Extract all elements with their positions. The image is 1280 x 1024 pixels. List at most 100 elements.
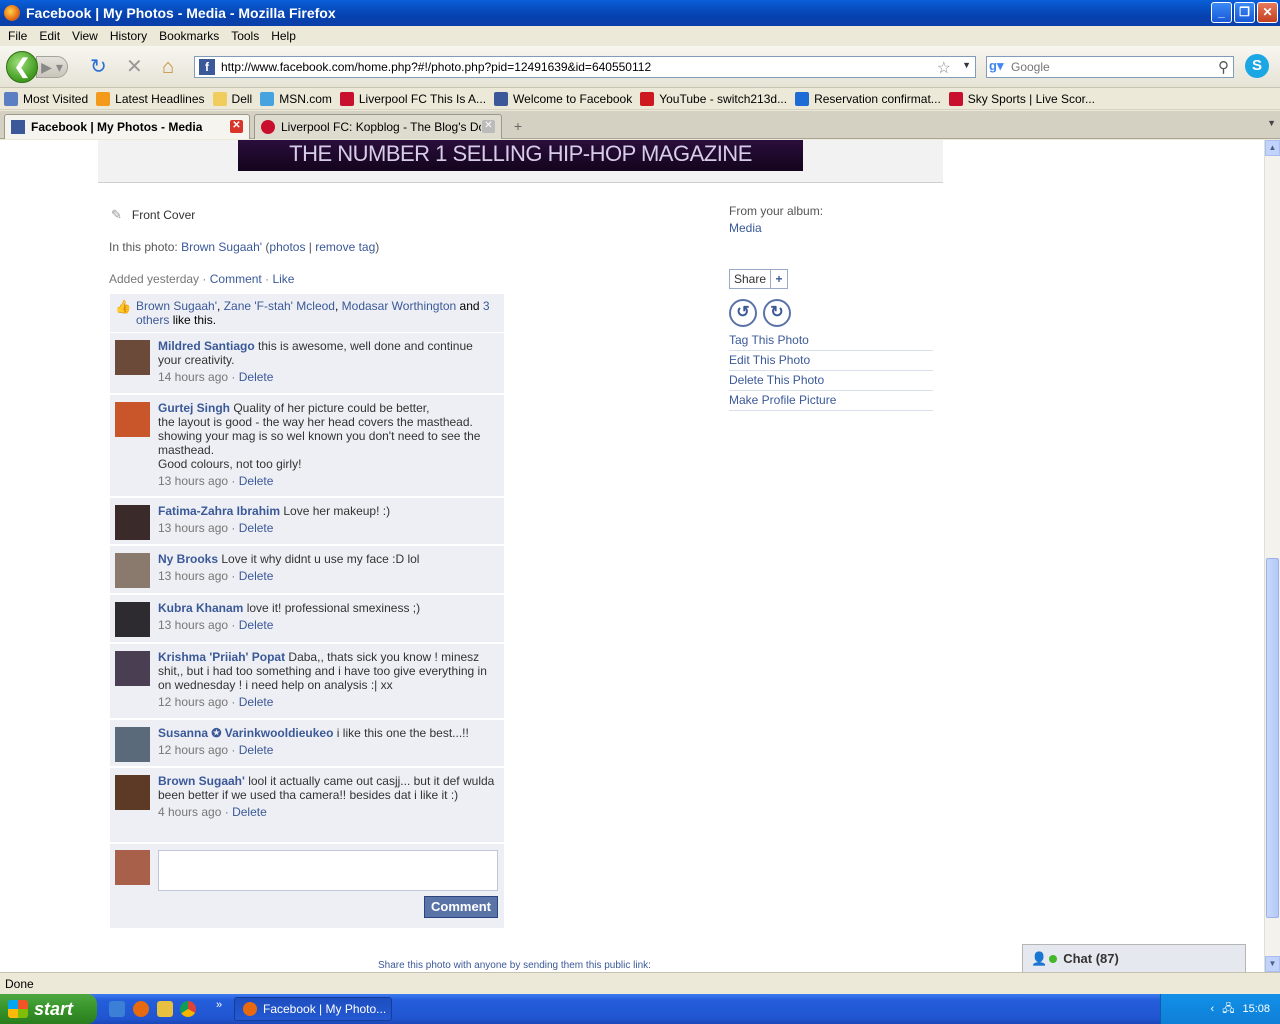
- bookmark-dell[interactable]: Dell: [212, 91, 252, 106]
- like-link[interactable]: Like: [272, 272, 294, 286]
- share-button[interactable]: Share +: [729, 269, 789, 289]
- search-icon[interactable]: ⚲: [1218, 58, 1229, 76]
- comment-author[interactable]: Mildred Santiago: [158, 339, 255, 353]
- close-tab-icon[interactable]: ✕: [230, 120, 243, 133]
- firefox-quicklaunch-icon[interactable]: [133, 1001, 149, 1017]
- skype-icon[interactable]: S: [1245, 54, 1269, 78]
- back-button[interactable]: ❮: [6, 51, 38, 83]
- vertical-scrollbar[interactable]: ▲ ▼: [1264, 140, 1280, 972]
- menu-view[interactable]: View: [66, 29, 104, 43]
- close-tab-icon[interactable]: ✕: [482, 120, 495, 133]
- comment-author[interactable]: Ny Brooks: [158, 552, 218, 566]
- tab-list-dropdown-icon[interactable]: ▼: [1267, 118, 1276, 128]
- menu-tools[interactable]: Tools: [225, 29, 265, 43]
- menu-history[interactable]: History: [104, 29, 153, 43]
- google-engine-icon[interactable]: g▾: [989, 58, 1011, 76]
- clock[interactable]: 15:08: [1242, 1003, 1270, 1015]
- delete-comment-link[interactable]: Delete: [239, 521, 274, 535]
- comment-author[interactable]: Kubra Khanam: [158, 601, 243, 615]
- tagged-person-link[interactable]: Brown Sugaah': [181, 240, 262, 254]
- tagged-photos-link[interactable]: photos: [269, 240, 305, 254]
- rotate-left-icon[interactable]: ↺: [729, 299, 757, 327]
- edit-photo-link[interactable]: Edit This Photo: [729, 351, 933, 371]
- delete-comment-link[interactable]: Delete: [239, 743, 274, 757]
- avatar[interactable]: [115, 505, 150, 540]
- network-icon[interactable]: 🖧: [1222, 1000, 1234, 1019]
- comment-author[interactable]: Fatima-Zahra Ibrahim: [158, 504, 280, 518]
- album-link[interactable]: Media: [729, 221, 933, 235]
- home-icon[interactable]: ⌂: [162, 57, 174, 77]
- tray-expand-icon[interactable]: ‹: [1211, 1003, 1215, 1015]
- search-bar[interactable]: g▾ ⚲: [986, 56, 1234, 78]
- delete-photo-link[interactable]: Delete This Photo: [729, 371, 933, 391]
- comment-author[interactable]: Krishma 'Priiah' Popat: [158, 650, 285, 664]
- bookmark-reservation[interactable]: Reservation confirmat...: [795, 91, 941, 106]
- comment-link[interactable]: Comment: [210, 272, 262, 286]
- avatar[interactable]: [115, 651, 150, 686]
- bookmark-star-icon[interactable]: ☆: [937, 58, 951, 78]
- forward-button[interactable]: ▶ ▾: [36, 56, 68, 78]
- menu-file[interactable]: File: [2, 29, 33, 43]
- show-desktop-icon[interactable]: [109, 1001, 125, 1017]
- comment-item: Mildred Santiago this is awesome, well d…: [110, 333, 504, 395]
- new-tab-button[interactable]: +: [507, 115, 529, 137]
- quicklaunch-expand-icon[interactable]: »: [216, 999, 222, 1011]
- bookmark-latest-headlines[interactable]: Latest Headlines: [96, 91, 205, 106]
- scroll-down-icon[interactable]: ▼: [1265, 956, 1280, 972]
- tag-photo-link[interactable]: Tag This Photo: [729, 331, 933, 351]
- messenger-icon[interactable]: [157, 1001, 173, 1017]
- delete-comment-link[interactable]: Delete: [239, 474, 274, 488]
- comment-author[interactable]: Brown Sugaah': [158, 774, 245, 788]
- avatar[interactable]: [115, 775, 150, 810]
- liker-link[interactable]: Zane 'F-stah' Mcleod: [224, 299, 335, 313]
- bookmark-liverpool[interactable]: Liverpool FC This Is A...: [339, 91, 486, 106]
- bookmark-youtube[interactable]: YouTube - switch213d...: [640, 91, 787, 106]
- bookmark-sky-sports[interactable]: Sky Sports | Live Scor...: [948, 91, 1095, 106]
- url-input[interactable]: [221, 60, 921, 74]
- delete-comment-link[interactable]: Delete: [239, 618, 274, 632]
- comment-input[interactable]: [158, 850, 498, 891]
- scrollbar-thumb[interactable]: [1266, 558, 1279, 918]
- stop-icon[interactable]: ✕: [126, 57, 143, 77]
- liverpool-crest-icon: [339, 91, 354, 106]
- make-profile-picture-link[interactable]: Make Profile Picture: [729, 391, 933, 411]
- rotate-right-icon[interactable]: ↻: [763, 299, 791, 327]
- liker-link[interactable]: Modasar Worthington: [342, 299, 457, 313]
- avatar[interactable]: [115, 402, 150, 437]
- photo-image[interactable]: THE NUMBER 1 SELLING HIP-HOP MAGAZINE: [238, 140, 803, 171]
- url-dropdown-icon[interactable]: ▼: [962, 60, 971, 70]
- avatar[interactable]: [115, 727, 150, 762]
- url-bar[interactable]: f ☆ ▼: [194, 56, 976, 78]
- bookmark-facebook[interactable]: Welcome to Facebook: [494, 91, 632, 106]
- close-window-button[interactable]: ✕: [1257, 2, 1278, 23]
- delete-comment-link[interactable]: Delete: [239, 569, 274, 583]
- search-input[interactable]: [1011, 60, 1201, 74]
- bookmark-most-visited[interactable]: Most Visited: [4, 91, 88, 106]
- comment-author[interactable]: Susanna ✪ Varinkwooldieukeo: [158, 726, 333, 740]
- avatar[interactable]: [115, 602, 150, 637]
- chat-bar[interactable]: 👤 Chat (87): [1022, 944, 1246, 972]
- delete-comment-link[interactable]: Delete: [239, 695, 274, 709]
- bookmark-msn[interactable]: MSN.com: [260, 91, 332, 106]
- scroll-up-icon[interactable]: ▲: [1265, 140, 1280, 156]
- menu-edit[interactable]: Edit: [33, 29, 66, 43]
- tab-liverpool[interactable]: Liverpool FC: Kopblog - The Blog's Dollo…: [254, 114, 502, 139]
- taskbar-firefox-window[interactable]: Facebook | My Photo...: [234, 997, 392, 1021]
- start-button[interactable]: start: [0, 994, 97, 1024]
- chrome-icon[interactable]: [180, 1001, 196, 1017]
- minimize-button[interactable]: _: [1211, 2, 1232, 23]
- remove-tag-link[interactable]: remove tag: [315, 240, 375, 254]
- reload-icon[interactable]: ↻: [90, 57, 107, 77]
- delete-comment-link[interactable]: Delete: [239, 370, 274, 384]
- avatar[interactable]: [115, 553, 150, 588]
- avatar[interactable]: [115, 340, 150, 375]
- maximize-button[interactable]: ❐: [1234, 2, 1255, 23]
- menu-bookmarks[interactable]: Bookmarks: [153, 29, 225, 43]
- delete-comment-link[interactable]: Delete: [232, 805, 267, 819]
- pencil-icon[interactable]: ✎: [111, 207, 122, 223]
- menu-help[interactable]: Help: [265, 29, 302, 43]
- comment-submit-button[interactable]: Comment: [424, 896, 498, 918]
- liker-link[interactable]: Brown Sugaah': [136, 299, 217, 313]
- comment-author[interactable]: Gurtej Singh: [158, 401, 230, 415]
- tab-facebook[interactable]: Facebook | My Photos - Media ✕: [4, 114, 250, 139]
